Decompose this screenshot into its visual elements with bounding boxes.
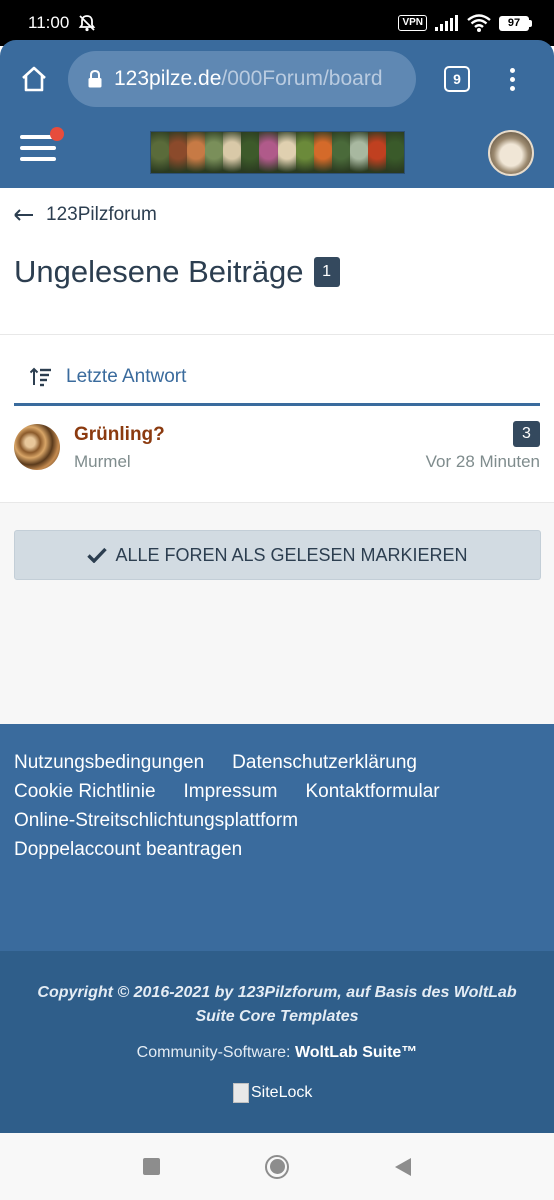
sort-icon bbox=[30, 367, 51, 386]
status-time: 11:00 bbox=[28, 13, 70, 32]
broken-image-icon bbox=[233, 1083, 249, 1103]
banner-tile bbox=[295, 132, 314, 173]
banner-tile bbox=[241, 132, 260, 173]
software-link[interactable]: WoltLab Suite™ bbox=[295, 1044, 417, 1061]
site-header bbox=[0, 118, 554, 188]
url-bar[interactable]: 123pilze.de/000Forum/board bbox=[68, 51, 416, 107]
vpn-icon: VPN bbox=[398, 15, 427, 31]
breadcrumb-label[interactable]: 123Pilzforum bbox=[46, 204, 157, 226]
thread-time[interactable]: Vor 28 Minuten bbox=[426, 452, 540, 472]
banner-tile bbox=[349, 132, 368, 173]
page-title: Ungelesene Beiträge bbox=[14, 254, 304, 289]
muted-bell-icon bbox=[78, 15, 96, 32]
battery-icon: 97 bbox=[499, 15, 532, 31]
mark-all-read-button[interactable]: ALLE FOREN ALS GELESEN MARKIEREN bbox=[14, 530, 541, 580]
home-nav-button[interactable] bbox=[265, 1154, 290, 1179]
lock-icon bbox=[88, 70, 102, 88]
footer-link-cookies[interactable]: Cookie Richtlinie bbox=[14, 781, 156, 802]
sitelock-alt: SiteLock bbox=[251, 1084, 313, 1101]
page-header: Ungelesene Beiträge 1 bbox=[14, 254, 340, 290]
footer-links: Nutzungsbedingungen Datenschutzerklärung… bbox=[14, 752, 484, 860]
list-item[interactable]: Grünling? Murmel 3 Vor 28 Minuten bbox=[14, 420, 540, 482]
footer-link-dispute[interactable]: Online-Streitschlichtungsplattform bbox=[14, 810, 298, 831]
software-credit: Community-Software: WoltLab Suite™ bbox=[0, 1044, 554, 1062]
copyright-section: Copyright © 2016-2021 by 123Pilzforum, a… bbox=[0, 951, 554, 1133]
recents-button[interactable] bbox=[142, 1158, 160, 1175]
copyright-text: Copyright © 2016-2021 by 123Pilzforum, a… bbox=[37, 984, 517, 1025]
software-prefix: Community-Software: bbox=[136, 1044, 295, 1061]
url-host: 123pilze.de bbox=[114, 67, 222, 90]
footer: Nutzungsbedingungen Datenschutzerklärung… bbox=[0, 724, 554, 951]
mark-all-read-label: ALLE FOREN ALS GELESEN MARKIEREN bbox=[115, 544, 468, 565]
footer-link-privacy[interactable]: Datenschutzerklärung bbox=[232, 752, 417, 773]
site-logo-banner[interactable] bbox=[150, 131, 405, 174]
banner-tile bbox=[169, 132, 188, 173]
footer-link-terms[interactable]: Nutzungsbedingungen bbox=[14, 752, 204, 773]
back-button[interactable] bbox=[395, 1157, 412, 1176]
unread-count-badge: 1 bbox=[313, 257, 340, 287]
browser-menu-button[interactable] bbox=[510, 67, 515, 91]
url-path: /000Forum/board bbox=[221, 67, 383, 90]
banner-tile bbox=[331, 132, 350, 173]
sitelock-badge[interactable]: SiteLock bbox=[233, 1083, 312, 1103]
user-avatar[interactable] bbox=[488, 130, 534, 176]
signal-icon bbox=[435, 15, 458, 31]
arrow-left-icon bbox=[14, 209, 33, 221]
home-button[interactable] bbox=[14, 59, 54, 99]
banner-tile bbox=[205, 132, 224, 173]
banner-tile bbox=[277, 132, 296, 173]
sort-label: Letzte Antwort bbox=[66, 365, 187, 387]
home-icon bbox=[22, 66, 46, 92]
banner-tile bbox=[386, 132, 404, 173]
banner-tile bbox=[313, 132, 332, 173]
footer-link-double-account[interactable]: Doppelaccount beantragen bbox=[14, 839, 242, 860]
breadcrumb[interactable]: 123Pilzforum bbox=[14, 200, 157, 230]
footer-link-imprint[interactable]: Impressum bbox=[184, 781, 278, 802]
thread-title[interactable]: Grünling? bbox=[74, 424, 165, 446]
battery-level: 97 bbox=[499, 15, 529, 31]
system-nav-bar bbox=[0, 1133, 554, 1200]
sort-tab[interactable]: Letzte Antwort bbox=[14, 350, 540, 406]
thread-avatar[interactable] bbox=[14, 424, 60, 470]
main-menu-button[interactable] bbox=[20, 127, 64, 167]
notification-dot bbox=[50, 127, 64, 141]
check-icon bbox=[87, 547, 108, 563]
wifi-icon bbox=[467, 14, 491, 32]
banner-tile bbox=[151, 132, 170, 173]
reply-count-badge: 3 bbox=[513, 421, 540, 447]
thread-author[interactable]: Murmel bbox=[74, 452, 131, 472]
banner-tile bbox=[259, 132, 278, 173]
tab-switcher-button[interactable]: 9 bbox=[444, 66, 470, 92]
banner-tile bbox=[367, 132, 387, 173]
footer-link-contact[interactable]: Kontaktformular bbox=[305, 781, 439, 802]
banner-tile bbox=[223, 132, 242, 173]
divider bbox=[0, 334, 554, 335]
browser-toolbar: 123pilze.de/000Forum/board 9 bbox=[0, 40, 554, 118]
banner-tile bbox=[187, 132, 206, 173]
